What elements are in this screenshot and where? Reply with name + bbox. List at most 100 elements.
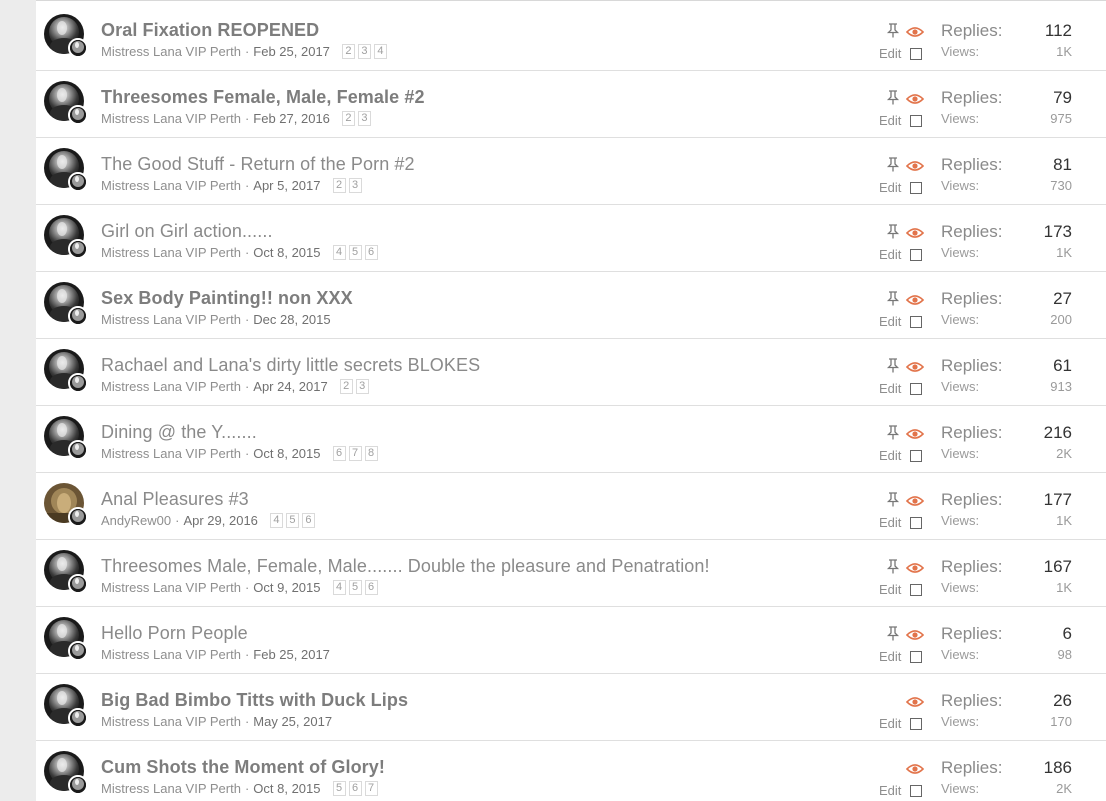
last-poster-avatar[interactable] <box>68 306 88 326</box>
author-link[interactable]: Mistress Lana VIP Perth <box>101 714 241 729</box>
thread-date[interactable]: Feb 25, 2017 <box>253 647 330 662</box>
last-poster-avatar[interactable] <box>68 38 88 58</box>
edit-link[interactable]: Edit <box>879 515 901 530</box>
edit-link[interactable]: Edit <box>879 113 901 128</box>
thread-date[interactable]: Oct 8, 2015 <box>253 446 320 461</box>
page-link[interactable]: 3 <box>348 178 362 193</box>
page-link[interactable]: 8 <box>364 446 378 461</box>
thread-title-link[interactable]: The Good Stuff - Return of the Porn #2 <box>101 154 415 175</box>
thread-title-link[interactable]: Threesomes Male, Female, Male....... Dou… <box>101 556 710 577</box>
page-link[interactable]: 4 <box>269 513 283 528</box>
thread-date[interactable]: Dec 28, 2015 <box>253 312 330 327</box>
thread-title-link[interactable]: Oral Fixation REOPENED <box>101 20 319 41</box>
edit-link[interactable]: Edit <box>879 582 901 597</box>
select-checkbox[interactable] <box>910 517 922 529</box>
watch-eye-icon[interactable] <box>905 762 925 774</box>
page-link[interactable]: 5 <box>348 580 362 595</box>
last-poster-avatar[interactable] <box>68 172 88 192</box>
edit-link[interactable]: Edit <box>879 46 901 61</box>
page-link[interactable]: 6 <box>364 580 378 595</box>
thread-date[interactable]: Feb 27, 2016 <box>253 111 330 126</box>
edit-link[interactable]: Edit <box>879 649 901 664</box>
thread-title-link[interactable]: Dining @ the Y....... <box>101 422 257 443</box>
thread-date[interactable]: Apr 29, 2016 <box>183 513 257 528</box>
last-poster-avatar[interactable] <box>68 574 88 594</box>
thread-date[interactable]: Apr 5, 2017 <box>253 178 320 193</box>
last-poster-avatar[interactable] <box>68 708 88 728</box>
watch-eye-icon[interactable] <box>905 159 925 171</box>
select-checkbox[interactable] <box>910 383 922 395</box>
page-link[interactable]: 2 <box>341 44 355 59</box>
select-checkbox[interactable] <box>910 48 922 60</box>
page-link[interactable]: 5 <box>285 513 299 528</box>
watch-eye-icon[interactable] <box>905 25 925 37</box>
watch-eye-icon[interactable] <box>905 92 925 104</box>
last-poster-avatar[interactable] <box>68 239 88 259</box>
author-link[interactable]: Mistress Lana VIP Perth <box>101 245 241 260</box>
author-link[interactable]: Mistress Lana VIP Perth <box>101 44 241 59</box>
select-checkbox[interactable] <box>910 450 922 462</box>
page-link[interactable]: 2 <box>332 178 346 193</box>
thread-title-link[interactable]: Cum Shots the Moment of Glory! <box>101 757 385 778</box>
thread-date[interactable]: May 25, 2017 <box>253 714 332 729</box>
watch-eye-icon[interactable] <box>905 561 925 573</box>
watch-eye-icon[interactable] <box>905 494 925 506</box>
watch-eye-icon[interactable] <box>905 628 925 640</box>
watch-eye-icon[interactable] <box>905 226 925 238</box>
author-link[interactable]: Mistress Lana VIP Perth <box>101 647 241 662</box>
author-link[interactable]: Mistress Lana VIP Perth <box>101 379 241 394</box>
watch-eye-icon[interactable] <box>905 427 925 439</box>
thread-title-link[interactable]: Girl on Girl action...... <box>101 221 273 242</box>
watch-eye-icon[interactable] <box>905 695 925 707</box>
watch-eye-icon[interactable] <box>905 360 925 372</box>
page-link[interactable]: 2 <box>341 111 355 126</box>
edit-link[interactable]: Edit <box>879 314 901 329</box>
author-link[interactable]: AndyRew00 <box>101 513 171 528</box>
thread-title-link[interactable]: Threesomes Female, Male, Female #2 <box>101 87 425 108</box>
page-link[interactable]: 6 <box>301 513 315 528</box>
page-link[interactable]: 3 <box>357 44 371 59</box>
page-link[interactable]: 3 <box>355 379 369 394</box>
page-link[interactable]: 6 <box>348 781 362 796</box>
author-link[interactable]: Mistress Lana VIP Perth <box>101 312 241 327</box>
select-checkbox[interactable] <box>910 651 922 663</box>
thread-date[interactable]: Oct 9, 2015 <box>253 580 320 595</box>
last-poster-avatar[interactable] <box>68 641 88 661</box>
select-checkbox[interactable] <box>910 785 922 797</box>
edit-link[interactable]: Edit <box>879 180 901 195</box>
edit-link[interactable]: Edit <box>879 448 901 463</box>
page-link[interactable]: 7 <box>364 781 378 796</box>
select-checkbox[interactable] <box>910 182 922 194</box>
last-poster-avatar[interactable] <box>68 507 88 527</box>
thread-title-link[interactable]: Sex Body Painting!! non XXX <box>101 288 353 309</box>
thread-title-link[interactable]: Big Bad Bimbo Titts with Duck Lips <box>101 690 408 711</box>
page-link[interactable]: 4 <box>332 580 346 595</box>
page-link[interactable]: 4 <box>332 245 346 260</box>
page-link[interactable]: 6 <box>332 446 346 461</box>
page-link[interactable]: 2 <box>339 379 353 394</box>
thread-date[interactable]: Oct 8, 2015 <box>253 781 320 796</box>
last-poster-avatar[interactable] <box>68 440 88 460</box>
thread-title-link[interactable]: Anal Pleasures #3 <box>101 489 249 510</box>
select-checkbox[interactable] <box>910 115 922 127</box>
last-poster-avatar[interactable] <box>68 105 88 125</box>
edit-link[interactable]: Edit <box>879 716 901 731</box>
thread-date[interactable]: Oct 8, 2015 <box>253 245 320 260</box>
page-link[interactable]: 7 <box>348 446 362 461</box>
author-link[interactable]: Mistress Lana VIP Perth <box>101 781 241 796</box>
page-link[interactable]: 4 <box>373 44 387 59</box>
last-poster-avatar[interactable] <box>68 373 88 393</box>
thread-title-link[interactable]: Rachael and Lana's dirty little secrets … <box>101 355 480 376</box>
page-link[interactable]: 5 <box>332 781 346 796</box>
page-link[interactable]: 5 <box>348 245 362 260</box>
edit-link[interactable]: Edit <box>879 247 901 262</box>
thread-title-link[interactable]: Hello Porn People <box>101 623 248 644</box>
author-link[interactable]: Mistress Lana VIP Perth <box>101 178 241 193</box>
page-link[interactable]: 3 <box>357 111 371 126</box>
author-link[interactable]: Mistress Lana VIP Perth <box>101 111 241 126</box>
page-link[interactable]: 6 <box>364 245 378 260</box>
author-link[interactable]: Mistress Lana VIP Perth <box>101 580 241 595</box>
author-link[interactable]: Mistress Lana VIP Perth <box>101 446 241 461</box>
edit-link[interactable]: Edit <box>879 783 901 798</box>
thread-date[interactable]: Apr 24, 2017 <box>253 379 327 394</box>
